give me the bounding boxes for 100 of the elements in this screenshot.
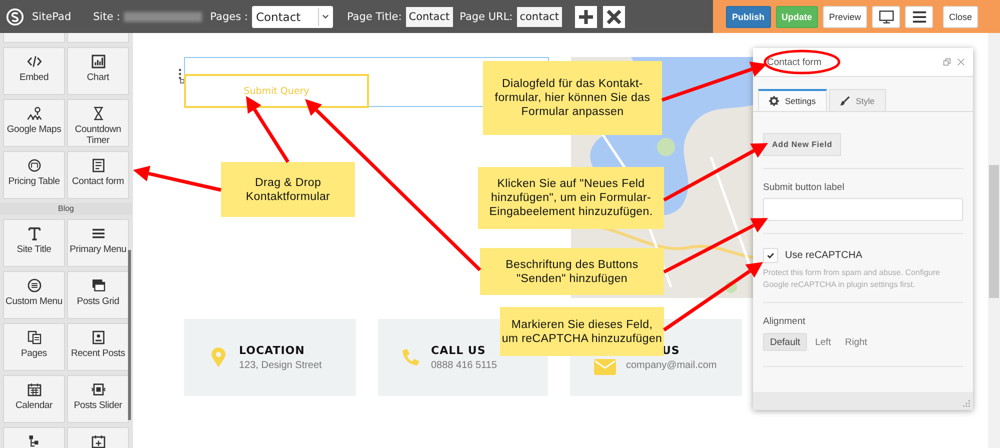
slider-icon [90,382,106,397]
widget-tile[interactable]: Recent Posts [67,323,129,371]
envelope-icon [594,358,616,374]
drag-handle-icon [178,68,184,84]
help-text: Protect this form from spam and abuse. Configure Google reCAPTCHA in plugin settings first. [763,267,941,290]
tile-label: Primary Menu [70,244,126,255]
widget-tile[interactable]: Primary Menu [67,219,129,267]
close-button[interactable]: Close [943,6,978,28]
widget-tile[interactable]: Chart [67,47,129,95]
widget-tile[interactable]: Countdown Timer [67,99,129,147]
plus-icon [578,8,594,24]
dialog-tab[interactable]: Style [828,89,886,111]
tile-label: Pages [21,348,47,359]
calendar-icon [26,382,42,397]
pages-icon [26,330,42,345]
widget-tile[interactable]: Pricing Table [3,151,65,199]
tile-label: Recent Posts [70,348,126,359]
card-title: CALL US [431,344,487,357]
pages-label: Pages : [210,10,248,22]
circle-icon [26,158,42,173]
widget-tile[interactable]: Contact form [67,151,129,199]
caret-icon [322,14,329,19]
toolbar-button[interactable]: Preview [823,6,868,28]
phone-icon [400,347,421,368]
arrow [246,96,290,163]
tile-label: Calendar [16,400,52,411]
widget-tile[interactable]: Pages [3,323,65,371]
recaptcha-checkbox[interactable] [763,248,778,263]
contact-card-icon [90,330,106,345]
field-label: Alignment [763,316,806,327]
alignment-option[interactable]: Right [838,333,874,351]
page-title-field[interactable]: Contact [406,6,453,26]
logo-icon [6,8,24,26]
app-name: SitePad [32,10,72,22]
tile-label: Countdown Timer [74,124,122,146]
menu-icon [90,226,106,241]
calendar-plus-icon [90,434,106,448]
callout-note: Markieren Sie dieses Feld, um reCAPTCHA hinzuzufügen [500,307,664,356]
field-label: Submit button label [763,182,844,193]
alignment-option[interactable]: Left [809,333,837,351]
sitemap-icon [26,434,42,448]
site-label: Site : [93,10,120,22]
delete-page-button[interactable] [603,6,626,28]
sidebar-scrollbar[interactable] [128,250,131,420]
circle-menu-icon [26,278,42,293]
card-title: LOCATION [239,344,306,357]
page-url-label: Page URL: [460,10,513,22]
menu-button[interactable] [905,6,934,28]
callout-note: Dialogfeld für das Kontakt- formular, hier können Sie das Formular anpassen [483,61,662,135]
widget-tile[interactable]: Embed [3,47,65,95]
menu-icon [912,10,927,24]
callout-note: Drag & Drop Kontaktformular [221,162,355,217]
tile-label: Posts Grid [76,296,120,307]
tile-label: Contact form [72,176,124,187]
page-title-label: Page Title: [346,10,402,22]
map-markers-icon [26,106,42,121]
tile-label: Chart [86,72,110,83]
card-detail: company@mail.com [626,360,717,371]
page-scrollbar[interactable] [988,33,1000,448]
widget-tile[interactable]: Google Maps [3,99,65,147]
widget-tile[interactable]: Calendar [3,375,65,423]
tile-label: Posts Slider [74,400,122,411]
add-page-button[interactable] [575,6,598,28]
dialog-title: Contact form [767,56,822,68]
toolbar-button[interactable]: Publish [726,6,771,28]
alignment-option[interactable]: Default [763,333,808,351]
gear-icon [769,96,779,106]
close-icon[interactable] [957,58,965,66]
widget-tile[interactable]: Custom Menu [3,271,65,319]
brush-icon [840,96,850,106]
device-preview-button[interactable] [872,6,900,28]
callout-note: Beschriftung des Buttons "Senden" hinzufügen [480,248,664,295]
window-stack-icon [90,278,106,293]
close-icon [606,8,622,24]
restore-icon[interactable] [943,58,951,66]
tile-label: Pricing Table [8,176,60,187]
checkbox-label: Use reCAPTCHA [785,250,862,261]
chart-icon [90,54,106,69]
card-detail: 0888 416 5115 [431,360,497,371]
add-new-field-button[interactable]: Add New Field [763,133,842,156]
tile-label: Custom Menu [6,296,62,307]
letter-t-icon [26,226,42,241]
dialog-tab[interactable]: Settings [758,89,827,111]
widget-tile[interactable]: Posts Slider [67,375,129,423]
card-detail: 123, Design Street [239,360,322,371]
widget-tile[interactable]: Site Title [3,219,65,267]
page-url-field[interactable]: contact [516,6,562,26]
tile-label: Google Maps [6,124,62,135]
resize-grip-icon[interactable] [963,400,970,407]
callout-note: Klicken Sie auf "Neues Feld hinzufügen", um ein Formular- Eingabeelement hinzuzufügen. [478,167,664,229]
form-icon [90,158,106,173]
code-icon [26,54,42,69]
submit-label-input[interactable] [763,198,963,221]
monitor-icon [878,10,894,24]
tile-label: Embed [19,72,49,83]
page-select[interactable]: Contact [252,6,333,28]
widget-tile[interactable]: Posts Grid [67,271,129,319]
section-header: Blog [0,203,132,215]
checkmark-icon [766,251,775,260]
tile-label: Site Title [16,244,52,255]
